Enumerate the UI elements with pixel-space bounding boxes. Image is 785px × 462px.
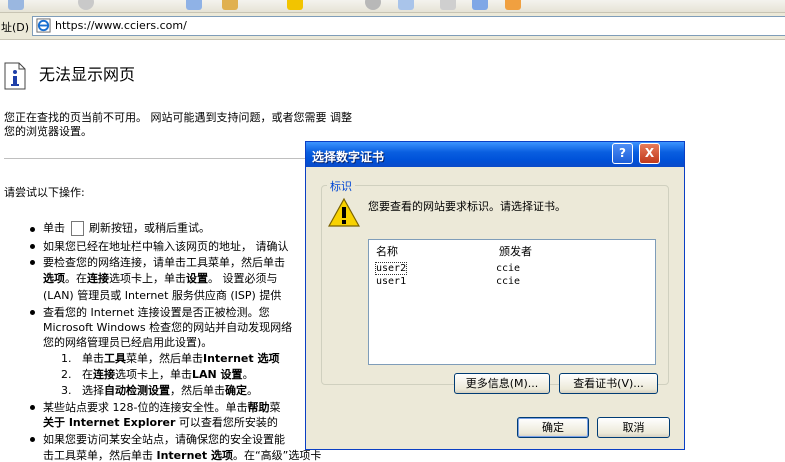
cert-row-name[interactable]: user1 bbox=[376, 276, 406, 287]
bullet bbox=[30, 437, 35, 442]
try-heading: 请尝试以下操作: bbox=[4, 186, 85, 199]
home-icon[interactable] bbox=[186, 0, 202, 10]
text: 。 bbox=[242, 368, 254, 381]
text: 菜 bbox=[269, 401, 281, 414]
address-label: 址(D) bbox=[1, 21, 30, 34]
bullet bbox=[30, 310, 35, 315]
info-icon bbox=[4, 62, 26, 90]
text: 设置 bbox=[186, 272, 208, 285]
cancel-button[interactable]: 取消 bbox=[597, 417, 670, 438]
bullet-address: 如果您已经在地址栏中输入该网页的地址， 请确认 bbox=[43, 240, 289, 253]
intro-line-1: 您正在查找的页当前不可用。 网站可能遇到支持问题，或者您需要 调整 bbox=[4, 111, 352, 124]
bullet-network-3: (LAN) 管理员或 Internet 服务供应商 (ISP) 提供 bbox=[43, 289, 282, 302]
text: 刷新按钮，或稍后重试。 bbox=[89, 221, 210, 235]
view-certificate-button[interactable]: 查看证书(V)... bbox=[559, 373, 658, 394]
address-url: https://www.cciers.com/ bbox=[55, 19, 187, 32]
edit-icon[interactable] bbox=[472, 0, 488, 10]
text: LAN 设置 bbox=[192, 368, 243, 381]
certificate-list[interactable]: 名称 颁发者 user2 ccie user1 ccie bbox=[368, 239, 656, 365]
bullet-security-2: 关于 Internet Explorer 可以查看您所安装的 bbox=[43, 416, 278, 429]
back-icon[interactable] bbox=[8, 0, 24, 10]
text: 某些站点要求 128-位的连接安全性。单击 bbox=[43, 401, 248, 414]
bullet-detect-2: Microsoft Windows 检查您的网站并自动发现网络 bbox=[43, 321, 293, 334]
ie-page-icon bbox=[36, 18, 51, 33]
page-title: 无法显示网页 bbox=[39, 65, 136, 84]
step-1: 1. 单击工具菜单，然后单击Internet 选项 bbox=[61, 352, 279, 365]
intro-line-2: 您的浏览器设置。 bbox=[4, 125, 92, 138]
search-icon[interactable] bbox=[222, 0, 238, 10]
ok-button[interactable]: 确定 bbox=[517, 417, 589, 438]
address-input[interactable]: https://www.cciers.com/ bbox=[32, 16, 785, 36]
text: 单击 bbox=[43, 221, 65, 235]
step-3: 3. 选择自动检测设置，然后单击确定。 bbox=[61, 384, 258, 397]
bullet bbox=[30, 405, 35, 410]
text: 连接 bbox=[87, 272, 109, 285]
text: 帮助 bbox=[247, 401, 270, 414]
text: Internet 选项 bbox=[156, 449, 233, 462]
text: 。 设置必须与 bbox=[208, 272, 278, 285]
bullet bbox=[30, 227, 35, 232]
step-2: 2. 在连接选项卡上，单击LAN 设置。 bbox=[61, 368, 254, 381]
column-header-name[interactable]: 名称 bbox=[376, 243, 398, 259]
bullet-detect-3: 您的网络管理员已经启用此设置)。 bbox=[43, 336, 213, 349]
refresh-icon bbox=[70, 221, 84, 236]
text: 关于 Internet Explorer bbox=[43, 416, 176, 429]
text: ，然后单击 bbox=[170, 384, 225, 397]
close-button[interactable]: X bbox=[639, 143, 660, 164]
text: 在 bbox=[82, 368, 93, 381]
text: 击工具菜单，然后单击 bbox=[43, 449, 157, 462]
text: 连接 bbox=[93, 368, 115, 381]
text: 确定 bbox=[225, 384, 247, 397]
text: 1. bbox=[61, 352, 72, 365]
column-header-issuer[interactable]: 颁发者 bbox=[499, 243, 532, 259]
dialog-prompt: 您要查看的网站要求标识。请选择证书。 bbox=[368, 200, 566, 213]
bullet bbox=[30, 244, 35, 249]
text: 选择 bbox=[82, 384, 104, 397]
text: 3. bbox=[61, 384, 72, 397]
stop-icon[interactable] bbox=[78, 0, 94, 10]
mail-icon[interactable] bbox=[398, 0, 414, 10]
text: 。在 bbox=[65, 272, 87, 285]
text: 单击 bbox=[82, 352, 104, 365]
browser-toolbar bbox=[0, 0, 785, 13]
bullet-network-2: 选项。在连接选项卡上，单击设置。 设置必须与 bbox=[43, 272, 278, 285]
history-icon[interactable] bbox=[365, 0, 381, 10]
address-bar: 址(D) https://www.cciers.com/ bbox=[0, 13, 785, 40]
more-info-button[interactable]: 更多信息(M)... bbox=[454, 373, 550, 394]
text: 工具 bbox=[104, 352, 126, 365]
dialog-title: 选择数字证书 bbox=[312, 150, 385, 164]
text: 自动检测设置 bbox=[104, 384, 170, 397]
bullet-detect-1: 查看您的 Internet 连接设置是否正被检测。您 bbox=[43, 306, 270, 319]
text: Internet 选项 bbox=[203, 352, 280, 365]
bullet-security-1: 某些站点要求 128-位的连接安全性。单击帮助菜 bbox=[43, 401, 280, 414]
divider bbox=[4, 158, 314, 159]
bullet-secure-site-1: 如果您要访问某安全站点，请确保您的安全设置能 bbox=[43, 433, 285, 446]
text: 。在“高级”选项卡 bbox=[232, 449, 322, 462]
dialog-titlebar[interactable]: 选择数字证书 ? X bbox=[306, 142, 684, 167]
bullet bbox=[30, 260, 35, 265]
favorites-icon[interactable] bbox=[287, 0, 303, 10]
cert-row-issuer[interactable]: ccie bbox=[496, 263, 520, 274]
bullet-network-1: 要检查您的网络连接，请单击工具菜单，然后单击 bbox=[43, 256, 285, 269]
help-button[interactable]: ? bbox=[612, 143, 633, 164]
text: 选项卡上，单击 bbox=[115, 368, 192, 381]
text: 。 bbox=[247, 384, 258, 397]
print-icon[interactable] bbox=[440, 0, 456, 10]
warning-icon bbox=[328, 197, 360, 227]
bullet-refresh: 单击 刷新按钮，或稍后重试。 bbox=[43, 221, 210, 236]
group-title: 标识 bbox=[327, 178, 355, 194]
messenger-icon[interactable] bbox=[505, 0, 521, 10]
text: 2. bbox=[61, 368, 72, 381]
text: 选项卡上，单击 bbox=[109, 272, 186, 285]
text: 菜单，然后单击 bbox=[126, 352, 203, 365]
text: 选项 bbox=[43, 272, 65, 285]
select-certificate-dialog: 选择数字证书 ? X 标识 您要查看的网站要求标识。请选择证书。 名称 颁发者 … bbox=[305, 141, 685, 450]
text: 可以查看您所安装的 bbox=[175, 416, 278, 429]
cert-row-name[interactable]: user2 bbox=[374, 262, 408, 275]
bullet-secure-site-2: 击工具菜单，然后单击 Internet 选项。在“高级”选项卡 bbox=[43, 449, 321, 462]
cert-row-issuer[interactable]: ccie bbox=[496, 276, 520, 287]
